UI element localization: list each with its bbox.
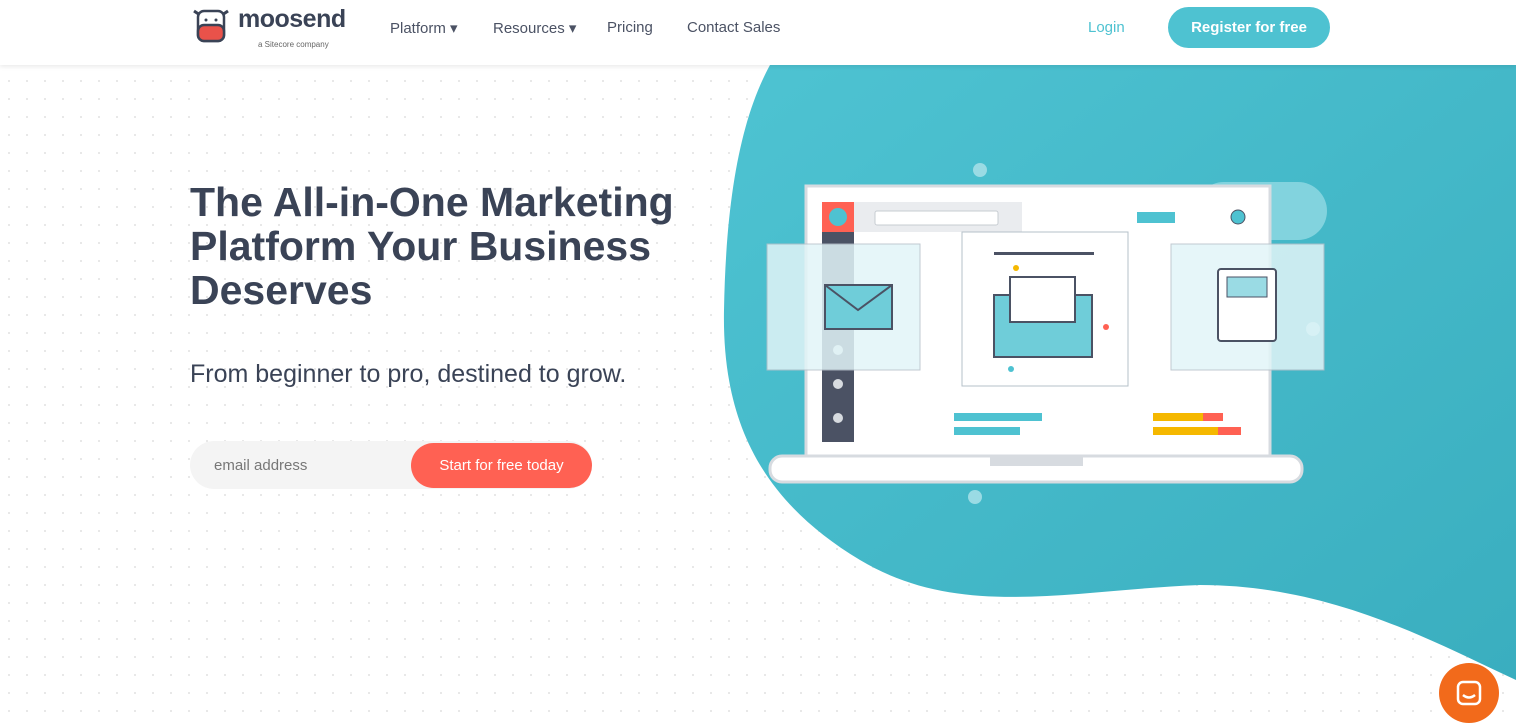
- cow-logo-icon: [193, 9, 229, 43]
- nav-pricing[interactable]: Pricing: [607, 19, 653, 36]
- register-button[interactable]: Register for free: [1168, 7, 1330, 48]
- start-free-button[interactable]: Start for free today: [411, 443, 592, 488]
- nav-platform[interactable]: Platform ▾: [390, 19, 458, 37]
- nav-contact-sales[interactable]: Contact Sales: [687, 19, 780, 36]
- site-header: moosend a Sitecore company Platform ▾ Re…: [0, 0, 1516, 65]
- hero-subtitle: From beginner to pro, destined to grow.: [190, 360, 627, 388]
- signup-form: Start for free today: [190, 441, 592, 489]
- chat-button[interactable]: [1439, 663, 1499, 723]
- chat-icon: [1456, 680, 1482, 706]
- nav-resources[interactable]: Resources ▾: [493, 19, 576, 37]
- logo-subtext: a Sitecore company: [258, 40, 329, 49]
- email-input[interactable]: [214, 441, 404, 489]
- login-link[interactable]: Login: [1088, 19, 1125, 36]
- logo[interactable]: moosend a Sitecore company: [190, 5, 346, 49]
- logo-text: moosend: [238, 5, 346, 33]
- hero-title: The All-in-One Marketing Platform Your B…: [190, 179, 674, 313]
